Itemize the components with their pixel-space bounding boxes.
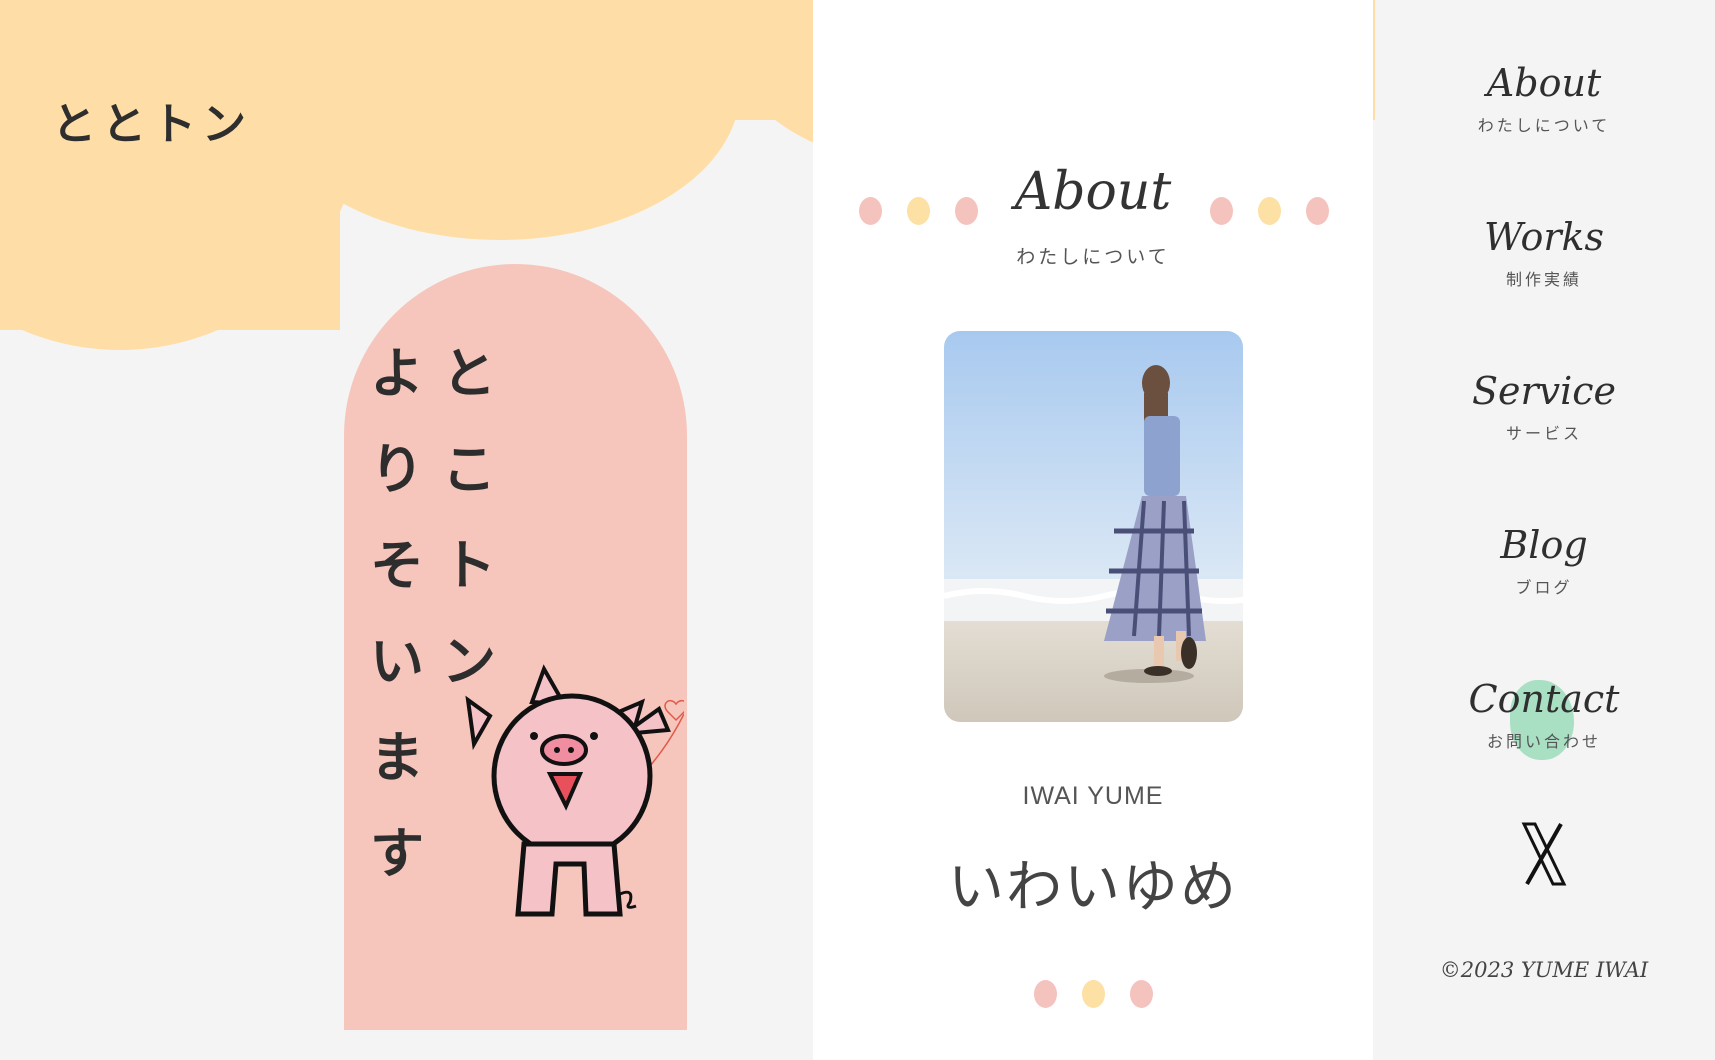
x-icon[interactable] [1521, 822, 1567, 886]
nav-item-label: Blog [1500, 523, 1588, 567]
hero-char: よ [370, 342, 424, 405]
copyright: ©2023 YUME IWAI [1439, 958, 1649, 982]
hero-char: ト [442, 534, 496, 597]
section-subtitle: わたしについて [1016, 246, 1170, 268]
nav-item-label: Service [1471, 369, 1617, 413]
nav-item-works[interactable]: Works 制作実績 [1373, 214, 1715, 290]
hero-tagline-line2: よ り そ い ま す [370, 326, 424, 902]
nav-item-blog[interactable]: Blog ブログ [1373, 522, 1715, 598]
decor-dot [1034, 980, 1057, 1008]
hero-char: ま [370, 726, 424, 789]
decor-dot [1082, 980, 1105, 1008]
profile-name-en: IWAI YUME [1022, 782, 1164, 810]
nav-item-sublabel: お問い合わせ [1486, 732, 1601, 751]
decor-dot [1130, 980, 1153, 1008]
global-nav: About わたしについて Works 制作実績 Service サービス Bl… [1373, 0, 1715, 1060]
hero-char: す [370, 822, 424, 885]
nav-item-contact[interactable]: Contact お問い合わせ [1373, 676, 1715, 760]
profile-photo [944, 331, 1243, 722]
nav-item-label: Works [1483, 215, 1605, 259]
hero-tagline-line1: と こ ト ン [442, 326, 496, 710]
hero-arch: と こ ト ン よ り そ い ま す [344, 264, 687, 1030]
hero-char: い [370, 630, 424, 693]
nav-item-sublabel: わたしについて [1477, 116, 1611, 135]
nav-item-sublabel: 制作実績 [1505, 270, 1582, 289]
hero-char: そ [370, 534, 424, 597]
site-logo[interactable]: ととトン [52, 88, 252, 152]
nav-item-label: Contact [1468, 677, 1620, 721]
hero-char: り [370, 438, 424, 501]
profile-name-jp: いわいゆめ [948, 855, 1238, 920]
pig-illustration [465, 664, 684, 917]
nav-item-sublabel: ブログ [1515, 578, 1573, 597]
hero-char: こ [442, 438, 496, 501]
nav-item-sublabel: サービス [1505, 424, 1582, 443]
nav-item-label: About [1486, 61, 1602, 105]
nav-item-service[interactable]: Service サービス [1373, 368, 1715, 444]
section-title: About [1014, 162, 1172, 222]
hero-char: と [442, 342, 496, 405]
nav-item-about[interactable]: About わたしについて [1373, 60, 1715, 136]
about-section: About わたしについて IWAI YUME いわいゆめ [813, 0, 1373, 1060]
